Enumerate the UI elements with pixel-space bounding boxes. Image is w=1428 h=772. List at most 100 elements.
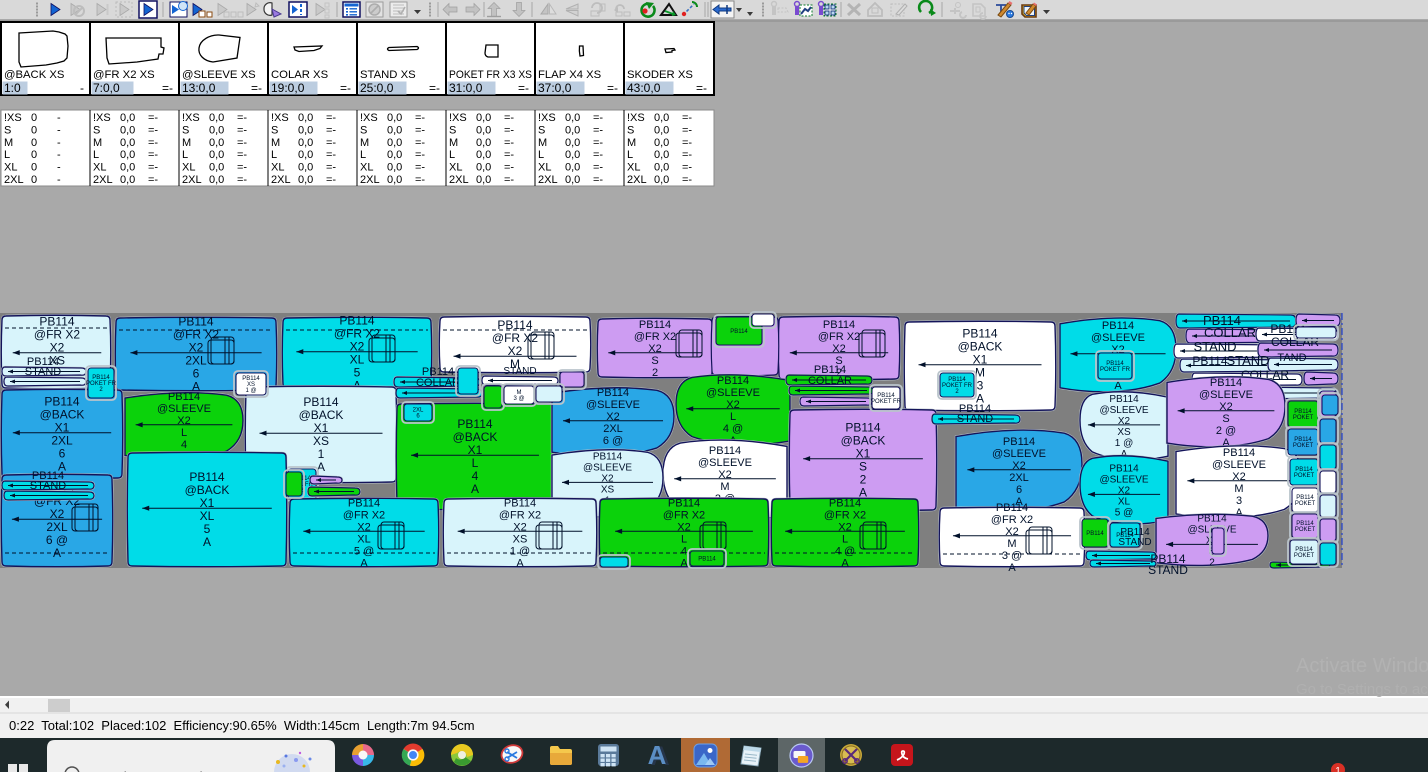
svg-text:PB114: PB114: [639, 319, 671, 331]
svg-text:A: A: [203, 535, 211, 549]
svg-text:=-: =-: [682, 162, 692, 174]
svg-text:PB114: PB114: [348, 497, 380, 509]
svg-text:POKET: POKET: [1293, 443, 1314, 449]
svg-text:=-: =-: [504, 137, 514, 149]
svg-text:!XS: !XS: [627, 112, 645, 124]
svg-text:POKET FR X3 XS: POKET FR X3 XS: [449, 69, 532, 81]
svg-text:=-: =-: [429, 81, 440, 95]
svg-text:XL: XL: [93, 162, 106, 174]
svg-text:POKET: POKET: [1293, 415, 1314, 421]
svg-text:L: L: [360, 149, 366, 161]
svg-text:2: 2: [652, 367, 658, 379]
svg-text:!XS: !XS: [271, 112, 289, 124]
svg-text:=-: =-: [593, 137, 603, 149]
svg-text:!XS: !XS: [360, 112, 378, 124]
svg-text:0,0: 0,0: [476, 124, 491, 136]
svg-text:=-: =-: [593, 149, 603, 161]
svg-text:=-: =-: [682, 137, 692, 149]
svg-text:PB114: PB114: [1197, 514, 1227, 525]
svg-text:XL: XL: [1118, 497, 1131, 508]
svg-text:0,0: 0,0: [120, 174, 135, 186]
svg-text:0,0: 0,0: [476, 174, 491, 186]
svg-text:XS: XS: [1117, 427, 1131, 438]
svg-text:0,0: 0,0: [476, 149, 491, 161]
svg-text:L: L: [472, 456, 479, 470]
svg-text:FLAP X4 XS: FLAP X4 XS: [538, 69, 602, 81]
svg-text:XL: XL: [350, 353, 365, 367]
svg-text:2XL: 2XL: [4, 174, 24, 186]
svg-text:0: 0: [31, 149, 37, 161]
svg-text:0,0: 0,0: [654, 112, 669, 124]
svg-text:6 @: 6 @: [603, 435, 623, 447]
svg-text:PB114: PB114: [717, 375, 749, 387]
svg-text:PB114: PB114: [44, 395, 79, 409]
svg-text:0,0: 0,0: [120, 137, 135, 149]
svg-text:PB114: PB114: [996, 502, 1028, 514]
svg-text:M: M: [1234, 483, 1243, 495]
svg-text:=-: =-: [237, 124, 247, 136]
svg-text:PB114: PB114: [178, 315, 213, 329]
svg-text:S: S: [93, 124, 100, 136]
svg-text:STAND: STAND: [1193, 339, 1236, 354]
svg-text:S: S: [859, 460, 867, 474]
svg-text:5: 5: [354, 366, 361, 380]
svg-text:STAND: STAND: [30, 480, 67, 492]
svg-text:2: 2: [860, 473, 867, 487]
svg-text:1: 1: [1335, 766, 1341, 772]
svg-text:=-: =-: [326, 149, 336, 161]
svg-text:@FR X2: @FR X2: [34, 328, 81, 342]
svg-text:M: M: [360, 137, 369, 149]
svg-text:PB114: PB114: [1192, 354, 1227, 368]
svg-text:@BACK: @BACK: [841, 434, 886, 448]
svg-text:0,0: 0,0: [654, 124, 669, 136]
svg-text:Activate Windo: Activate Windo: [1296, 655, 1428, 677]
svg-text:0,0: 0,0: [476, 112, 491, 124]
svg-text:XS: XS: [313, 434, 329, 448]
svg-text:L: L: [842, 533, 848, 545]
svg-text:3 @: 3 @: [513, 396, 524, 402]
svg-text:XL: XL: [360, 162, 373, 174]
svg-text:S: S: [182, 124, 189, 136]
svg-text:A: A: [471, 482, 479, 496]
svg-text:0,0: 0,0: [298, 174, 313, 186]
svg-text:4 @: 4 @: [723, 423, 743, 435]
svg-text:PB114: PB114: [668, 497, 700, 509]
svg-text:=-: =-: [326, 137, 336, 149]
svg-text:43:0,0: 43:0,0: [627, 81, 661, 95]
svg-text:L: L: [681, 533, 687, 545]
svg-text:=-: =-: [593, 174, 603, 186]
svg-text:4: 4: [472, 469, 479, 483]
svg-text:2XL: 2XL: [538, 174, 558, 186]
svg-text:S: S: [651, 355, 658, 367]
svg-text:4 @: 4 @: [835, 545, 855, 557]
svg-text:5 @: 5 @: [1115, 508, 1134, 519]
svg-text:A: A: [841, 557, 849, 569]
svg-text:@SLEEVE: @SLEEVE: [1099, 405, 1148, 416]
svg-text:STAND: STAND: [1118, 537, 1151, 548]
svg-text:0,0: 0,0: [387, 174, 402, 186]
svg-text:@SLEEVE: @SLEEVE: [1199, 389, 1253, 401]
svg-text:3 @: 3 @: [1002, 550, 1022, 562]
svg-text:XL: XL: [182, 162, 195, 174]
svg-text:M: M: [1007, 538, 1016, 550]
svg-text:4: 4: [681, 545, 687, 557]
svg-text:0,0: 0,0: [565, 149, 580, 161]
svg-text:4: 4: [181, 439, 187, 451]
svg-text:@SLEEVE: @SLEEVE: [583, 463, 632, 474]
svg-text:=-: =-: [148, 137, 158, 149]
svg-text:0,0: 0,0: [654, 137, 669, 149]
svg-text:6: 6: [59, 447, 66, 461]
svg-text:=-: =-: [326, 112, 336, 124]
svg-text:STAND: STAND: [1226, 353, 1269, 368]
svg-text:@FR X2 XS: @FR X2 XS: [93, 69, 155, 81]
svg-text:=-: =-: [251, 81, 262, 95]
svg-text:POKET: POKET: [1294, 553, 1315, 559]
svg-text:!XS: !XS: [449, 112, 467, 124]
svg-text:2XL: 2XL: [627, 174, 647, 186]
svg-text:PB114: PB114: [1102, 320, 1134, 332]
svg-text:PB114: PB114: [962, 327, 997, 341]
svg-text:M: M: [449, 137, 458, 149]
svg-text:13:0,0: 13:0,0: [182, 81, 216, 95]
svg-text:@FR X2: @FR X2: [818, 331, 860, 343]
svg-text:0,0: 0,0: [209, 149, 224, 161]
